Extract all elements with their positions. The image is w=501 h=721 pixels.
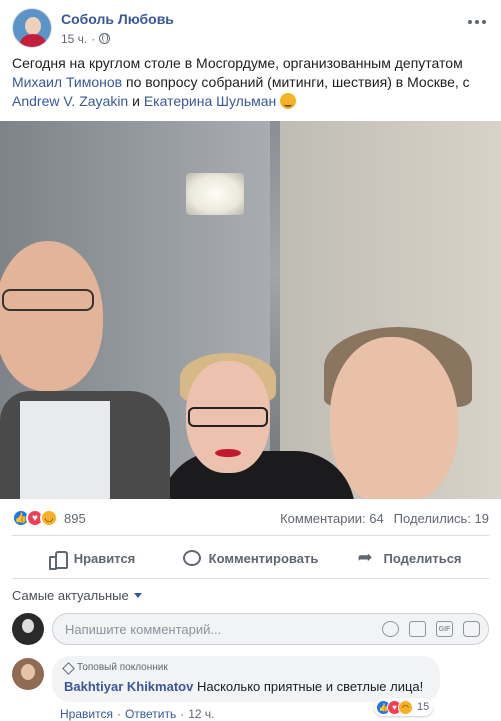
person-left-glasses (2, 289, 94, 311)
dot-icon (468, 20, 472, 24)
reactions-row: 👍 ♥ ◡ 895 Комментарии: 64 Поделились: 19 (12, 506, 489, 530)
comment-composer: GIF (12, 612, 489, 646)
comment-reactions-count: 15 (417, 701, 430, 713)
badge-label: Топовый поклонник (77, 662, 168, 673)
comments-count[interactable]: Комментарии: 64 (280, 511, 384, 526)
like-button[interactable]: Нравится (12, 540, 171, 576)
comment-line: Bakhtiyar Khikmatov Насколько приятные и… (64, 678, 428, 695)
comment-time[interactable]: 12 ч. (188, 707, 214, 721)
share-button[interactable]: Поделиться (330, 540, 489, 576)
comment-sort-dropdown[interactable]: Самые актуальные (12, 588, 142, 603)
haha-reaction-icon: ◡ (40, 509, 58, 527)
comment-input[interactable] (65, 621, 382, 637)
share-arrow-icon (357, 547, 375, 568)
star-struck-emoji-icon (280, 93, 297, 109)
composer-tools: GIF (382, 621, 480, 637)
dot-icon (475, 20, 479, 24)
separator-dot: · (116, 707, 121, 721)
reactions-count[interactable]: 895 (64, 511, 86, 526)
globe-icon[interactable] (99, 33, 111, 44)
header-text: Соболь Любовь 15 ч. · (61, 10, 174, 47)
sad-reaction-icon: ◠ (398, 699, 413, 715)
commenter-avatar[interactable] (12, 658, 44, 690)
person-center-lips (215, 449, 241, 457)
comment-input-wrapper: GIF (52, 613, 489, 645)
post-header: Соболь Любовь 15 ч. · (12, 8, 174, 48)
comment-actions: Нравится · Ответить · 12 ч. (60, 707, 215, 721)
top-fan-badge: Топовый поклонник (62, 661, 428, 675)
comment-reactions[interactable]: 👍 ♥ ◠ 15 (374, 698, 434, 716)
camera-icon[interactable] (409, 621, 426, 637)
like-label: Нравится (73, 550, 136, 566)
current-user-avatar (12, 613, 44, 645)
meta-separator: · (91, 31, 96, 46)
emoji-icon[interactable] (382, 621, 399, 637)
sort-label: Самые актуальные (12, 588, 129, 603)
mention-zayakin[interactable]: Andrew V. Zayakin (12, 93, 128, 109)
comment-button[interactable]: Комментировать (171, 540, 330, 576)
post-text-part: Сегодня на круглом столе в Мосгордуме, о… (12, 55, 463, 71)
reaction-summary[interactable]: 👍 ♥ ◡ 895 (12, 509, 86, 527)
more-options-button[interactable] (465, 12, 489, 32)
comment-label: Комментировать (208, 550, 319, 566)
comment-like-link[interactable]: Нравится (60, 707, 113, 721)
comment-text: Насколько приятные и светлые лица! (196, 679, 424, 694)
post-text-part: и (128, 93, 144, 109)
mention-timonov[interactable]: Михаил Тимонов (12, 74, 122, 90)
post-actions: Нравится Комментировать Поделиться (12, 540, 489, 576)
commenter-name[interactable]: Bakhtiyar Khikmatov (64, 679, 193, 694)
gif-icon[interactable]: GIF (436, 621, 453, 637)
post-meta: 15 ч. · (61, 31, 174, 47)
share-label: Поделиться (383, 550, 462, 566)
person-right-head (330, 337, 458, 499)
post-text: Сегодня на круглом столе в Мосгордуме, о… (12, 54, 492, 111)
divider (12, 578, 489, 579)
thumbs-up-icon (48, 549, 68, 570)
author-avatar[interactable] (12, 8, 52, 48)
post-text-part: по вопросу собраний (митинги, шествия) в… (122, 74, 470, 90)
caret-down-icon (133, 593, 142, 598)
separator-dot: · (180, 707, 185, 721)
person-left-shirt (20, 401, 110, 499)
diamond-icon (62, 661, 75, 675)
post-photo[interactable] (0, 121, 501, 499)
shares-count[interactable]: Поделились: 19 (394, 511, 489, 526)
comment-bubble: Топовый поклонник Bakhtiyar Khikmatov На… (52, 656, 440, 702)
divider (12, 535, 489, 536)
sticker-icon[interactable] (463, 621, 480, 637)
photo-lamp (186, 173, 244, 215)
person-center-glasses (188, 407, 268, 427)
comment-reply-link[interactable]: Ответить (125, 707, 176, 721)
engagement-counts: Комментарии: 64 Поделились: 19 (280, 511, 489, 526)
mention-shulman[interactable]: Екатерина Шульман (144, 93, 276, 109)
dot-icon (482, 20, 486, 24)
author-name[interactable]: Соболь Любовь (61, 10, 174, 28)
person-left-head (0, 241, 103, 391)
post-time[interactable]: 15 ч. (61, 31, 87, 47)
comment-bubble-icon (182, 550, 201, 566)
